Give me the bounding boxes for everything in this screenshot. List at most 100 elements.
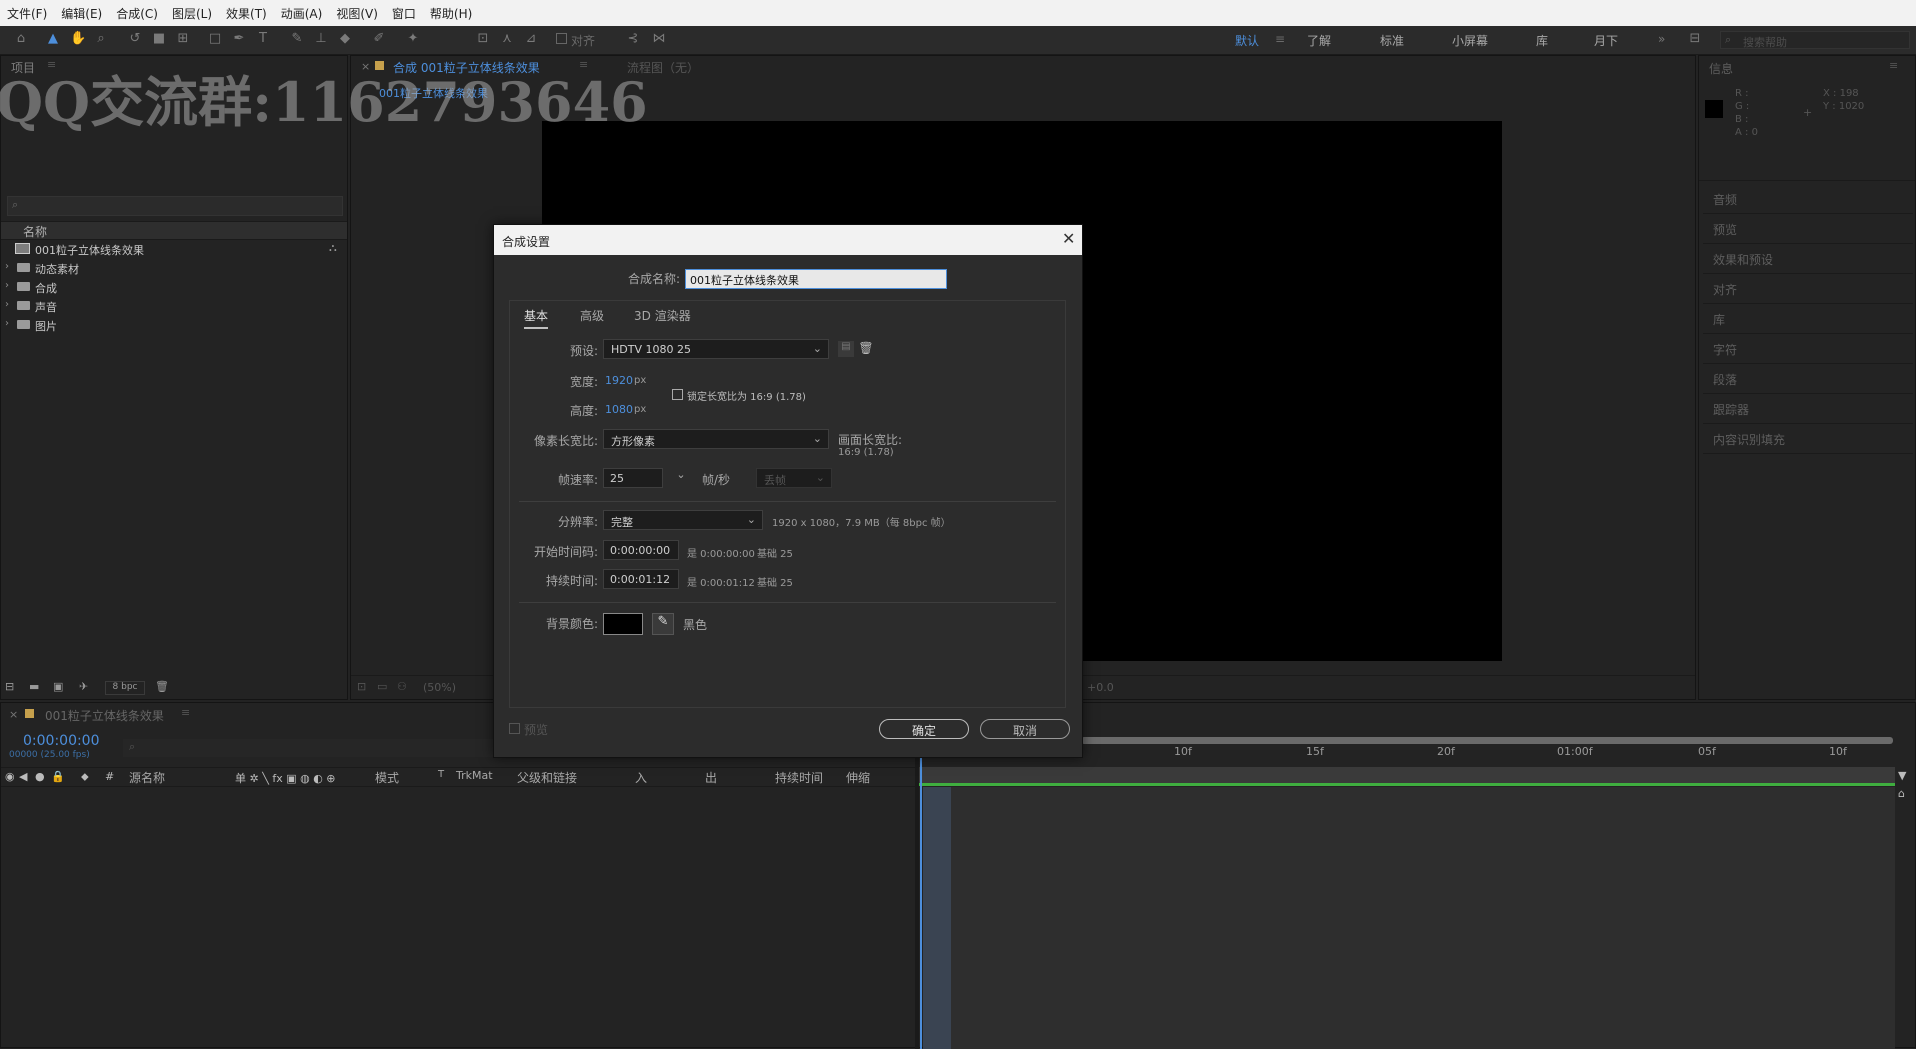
label-icon[interactable]: ⬥ [81, 770, 89, 784]
workspace-default[interactable]: 默认 [1235, 32, 1259, 49]
eraser-tool-icon[interactable]: ◆ [338, 32, 352, 46]
project-item-folder[interactable]: › 动态素材 [1, 259, 331, 277]
zoom-dropdown[interactable]: (50%) [423, 681, 456, 694]
column-t[interactable]: T [438, 769, 444, 780]
pen-tool-icon[interactable]: ✒ [232, 32, 246, 46]
menu-effect[interactable]: 效果(T) [219, 5, 274, 22]
help-search[interactable]: ⌕ 搜索帮助 [1720, 31, 1910, 49]
interpret-footage-icon[interactable]: ⊟ [5, 680, 14, 693]
tab-basic[interactable]: 基本 [524, 307, 549, 329]
puppet-tool-icon[interactable]: ✦ [406, 32, 420, 46]
new-composition-icon[interactable]: ▣ [53, 680, 63, 693]
audio-icon[interactable]: ◀ [19, 770, 27, 783]
workspace-libraries[interactable]: 库 [1536, 32, 1548, 49]
resolution-select[interactable]: 完整 ⌄ [603, 510, 763, 530]
snapshot-icon[interactable]: ⊡ [357, 680, 366, 693]
project-item-folder[interactable]: › 图片 [1, 316, 331, 334]
panel-audio[interactable]: 音频 [1703, 184, 1913, 214]
expand-arrow-icon[interactable]: › [5, 280, 9, 291]
exposure-offset[interactable]: +0.0 [1087, 681, 1114, 694]
column-duration[interactable]: 持续时间 [775, 769, 823, 786]
current-timecode[interactable]: 0:00:00:00 [23, 733, 100, 749]
comp-name-input[interactable]: 001粒子立体线条效果 [685, 269, 947, 289]
snap-option-icon[interactable]: ⊰ [626, 32, 640, 46]
info-menu-icon[interactable]: ≡ [1889, 59, 1898, 72]
expand-arrow-icon[interactable]: › [5, 318, 9, 329]
height-value[interactable]: 1080 [605, 403, 633, 416]
info-tab[interactable]: 信息 [1709, 60, 1733, 77]
hand-tool-icon[interactable]: ✋ [70, 32, 86, 46]
camera-tool-icon[interactable]: ■ [152, 32, 166, 46]
rotate-tool-icon[interactable]: ↺ [128, 32, 142, 46]
project-item-folder[interactable]: › 声音 [1, 297, 331, 315]
menu-view[interactable]: 视图(V) [329, 5, 385, 22]
preview-checkbox[interactable] [509, 723, 520, 734]
workspace-small-screen[interactable]: 小屏幕 [1452, 32, 1488, 49]
menu-help[interactable]: 帮助(H) [423, 5, 479, 22]
view-axis-icon[interactable]: ⊿ [524, 32, 538, 46]
pixel-aspect-select[interactable]: 方形像素 ⌄ [603, 429, 829, 449]
start-timecode-input[interactable]: 0:00:00:00 [603, 540, 679, 560]
frame-rate-input[interactable]: 25 [603, 468, 663, 488]
background-color-swatch[interactable] [603, 613, 643, 635]
save-preset-icon[interactable]: ▤ [838, 341, 854, 357]
comp-marker-icon[interactable]: ⌂ [1898, 787, 1905, 800]
monitor-icon[interactable]: ▭ [377, 680, 387, 693]
snap-checkbox[interactable] [556, 33, 567, 44]
delete-preset-icon[interactable]: 🗑 [858, 341, 874, 357]
frame-rate-dropdown-icon[interactable]: ⌄ [672, 468, 690, 488]
close-icon[interactable]: × [9, 708, 18, 721]
text-tool-icon[interactable]: T [256, 32, 270, 46]
column-trkmat[interactable]: TrkMat [456, 769, 493, 782]
workspace-menu-icon[interactable]: ≡ [1275, 32, 1285, 46]
tab-3d-renderer[interactable]: 3D 渲染器 [634, 307, 691, 324]
cancel-button[interactable]: 取消 [980, 719, 1070, 739]
column-source-name[interactable]: 源名称 [129, 769, 165, 786]
expand-arrow-icon[interactable]: › [5, 299, 9, 310]
eye-icon[interactable]: ◉ [5, 770, 15, 783]
menu-layer[interactable]: 图层(L) [165, 5, 219, 22]
column-name[interactable]: 名称 [23, 223, 47, 240]
playhead[interactable] [920, 751, 922, 1049]
project-item-comp[interactable]: 001粒子立体线条效果 ⛬ [1, 240, 337, 258]
workspace-overflow-icon[interactable]: » [1658, 32, 1665, 46]
panel-character[interactable]: 字符 [1703, 334, 1913, 364]
project-item-folder[interactable]: › 合成 [1, 278, 331, 296]
bpc-button[interactable]: 8 bpc [105, 681, 145, 695]
duration-input[interactable]: 0:00:01:12 [603, 569, 679, 589]
close-icon[interactable]: ✕ [1062, 229, 1075, 248]
world-axis-icon[interactable]: ⋏ [500, 32, 514, 46]
workspace-learn[interactable]: 了解 [1307, 32, 1331, 49]
tab-advanced[interactable]: 高级 [580, 307, 604, 324]
panel-effects-presets[interactable]: 效果和预设 [1703, 244, 1913, 274]
panel-tracker[interactable]: 跟踪器 [1703, 394, 1913, 424]
column-in[interactable]: 入 [635, 769, 647, 786]
workspace-standard[interactable]: 标准 [1380, 32, 1404, 49]
panel-libraries[interactable]: 库 [1703, 304, 1913, 334]
snap-option2-icon[interactable]: ⋈ [652, 32, 666, 46]
sync-settings-icon[interactable]: ⊟ [1688, 32, 1702, 46]
eyedropper-icon[interactable]: ✎ [652, 613, 674, 635]
pan-behind-tool-icon[interactable]: ⊞ [176, 32, 190, 46]
column-out[interactable]: 出 [705, 769, 717, 786]
lock-aspect-checkbox[interactable] [672, 389, 683, 400]
panel-preview[interactable]: 预览 [1703, 214, 1913, 244]
new-folder-icon[interactable]: ▬ [29, 680, 39, 693]
project-search[interactable]: ⌕ [7, 196, 343, 216]
column-parent[interactable]: 父级和链接 [517, 769, 577, 786]
menu-animation[interactable]: 动画(A) [274, 5, 330, 22]
clone-stamp-tool-icon[interactable]: ⊥ [314, 32, 328, 46]
rectangle-tool-icon[interactable]: □ [208, 32, 222, 46]
zoom-tool-icon[interactable]: ⌕ [94, 32, 108, 46]
panel-content-aware-fill[interactable]: 内容识别填充 [1703, 424, 1913, 454]
home-icon[interactable]: ⌂ [14, 32, 28, 46]
preset-select[interactable]: HDTV 1080 25 ⌄ [603, 339, 829, 359]
zoom-handle-icon[interactable]: ▼ [1898, 769, 1906, 782]
render-queue-icon[interactable]: ✈ [79, 680, 88, 693]
timeline-tab[interactable]: 001粒子立体线条效果 [45, 707, 164, 724]
brush-tool-icon[interactable]: ✎ [290, 32, 304, 46]
timeline-tab-menu-icon[interactable]: ≡ [181, 706, 190, 719]
menu-edit[interactable]: 编辑(E) [54, 5, 109, 22]
roto-brush-tool-icon[interactable]: ✐ [372, 32, 386, 46]
expand-arrow-icon[interactable]: › [5, 261, 9, 272]
